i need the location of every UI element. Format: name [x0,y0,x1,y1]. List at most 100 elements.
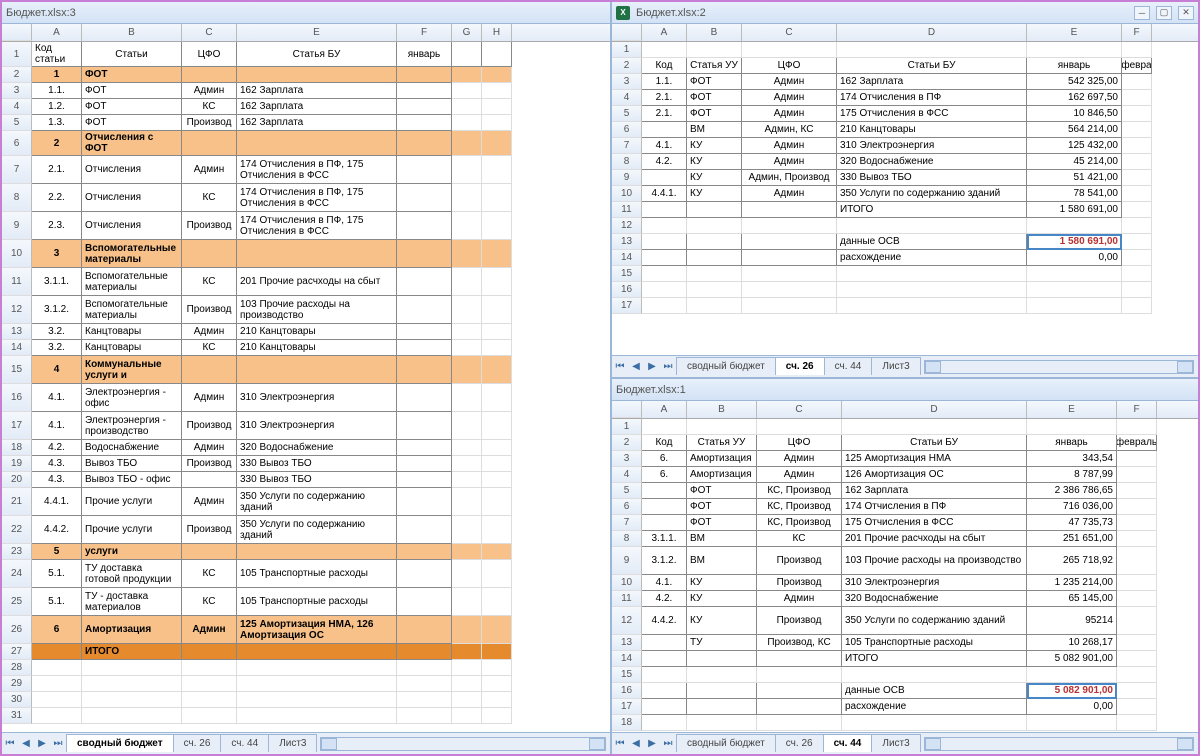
cell[interactable]: 6. [642,451,687,467]
cell[interactable] [397,212,452,240]
cell[interactable]: 2 386 786,65 [1027,483,1117,499]
cell[interactable] [452,99,482,115]
cell[interactable] [1122,234,1152,250]
cell[interactable] [452,676,482,692]
row-number[interactable]: 13 [612,635,642,651]
cell[interactable] [642,266,687,282]
cell[interactable]: Производ [757,547,842,575]
cell[interactable] [397,456,452,472]
row-number[interactable]: 26 [2,616,32,644]
row-number[interactable]: 4 [2,99,32,115]
cell[interactable]: 65 145,00 [1027,591,1117,607]
row-number[interactable]: 14 [612,651,642,667]
row-number[interactable]: 4 [612,90,642,106]
cell[interactable]: ФОТ [82,115,182,131]
cell[interactable] [182,472,237,488]
row-number[interactable]: 19 [2,456,32,472]
tab-nav-first-icon[interactable]: ⏮ [612,736,628,752]
cell[interactable]: 350 Услуги по содержанию зданий [237,516,397,544]
column-header-C[interactable]: C [182,24,237,41]
cell[interactable]: 10 846,50 [1027,106,1122,122]
cell[interactable] [237,660,397,676]
cell[interactable]: 174 Отчисления в ПФ, 175 Отчисления в ФС… [237,156,397,184]
cell[interactable]: 3.1.1. [32,268,82,296]
cell[interactable] [1117,547,1157,575]
column-header-F[interactable]: F [1122,24,1152,41]
cell[interactable]: Производ [182,412,237,440]
cell[interactable] [237,131,397,156]
cell[interactable]: Вывоз ТБО [82,456,182,472]
cell[interactable]: 45 214,00 [1027,154,1122,170]
cell[interactable] [1122,74,1152,90]
cell[interactable] [1117,651,1157,667]
cell[interactable]: 4.1. [642,575,687,591]
cell[interactable]: Амортизация [687,467,757,483]
cell[interactable] [642,683,687,699]
cell[interactable] [837,298,1027,314]
cell[interactable]: Отчисления [82,212,182,240]
cell[interactable] [482,440,512,456]
cell[interactable] [397,99,452,115]
sheet-tab[interactable]: сч. 26 [775,734,824,752]
cell[interactable]: Админ [742,154,837,170]
cell[interactable]: 47 735,73 [1027,515,1117,531]
cell[interactable] [452,42,482,67]
cell[interactable] [1117,531,1157,547]
cell[interactable] [452,692,482,708]
cell[interactable] [642,250,687,266]
cell[interactable] [182,131,237,156]
cell[interactable] [742,218,837,234]
column-header-left[interactable]: ABCEFGH [2,24,610,42]
cell[interactable]: ФОТ [687,90,742,106]
column-header-A[interactable]: A [32,24,82,41]
cell[interactable] [757,667,842,683]
cell[interactable] [452,296,482,324]
cell[interactable] [182,240,237,268]
cell[interactable]: 310 Электроэнергия [237,412,397,440]
cell[interactable]: 175 Отчисления в ФСС [842,515,1027,531]
column-header-top-right[interactable]: ABCDEF [612,24,1198,42]
cell[interactable] [452,67,482,83]
cell[interactable] [482,708,512,724]
cell[interactable] [837,266,1027,282]
cell[interactable] [482,240,512,268]
row-number[interactable]: 9 [2,212,32,240]
column-header-E[interactable]: E [1027,401,1117,418]
cell[interactable] [397,516,452,544]
row-number[interactable]: 5 [2,115,32,131]
tab-nav-prev-icon[interactable]: ◀ [628,359,644,375]
sheet-tab[interactable]: сводный бюджет [676,357,776,375]
cell[interactable]: ФОТ [82,67,182,83]
minimize-icon[interactable]: ─ [1134,6,1150,20]
cell[interactable] [837,42,1027,58]
cell[interactable] [452,384,482,412]
cell[interactable]: 5 082 901,00 [1027,683,1117,699]
cell[interactable] [482,384,512,412]
cell[interactable] [687,218,742,234]
cell[interactable]: 0,00 [1027,250,1122,266]
cell[interactable] [237,644,397,660]
cell[interactable] [642,667,687,683]
cell[interactable]: 10 268,17 [1027,635,1117,651]
cell[interactable]: 4.3. [32,472,82,488]
cell[interactable] [482,67,512,83]
cell[interactable] [482,660,512,676]
cell[interactable] [742,282,837,298]
cell[interactable] [397,692,452,708]
cell[interactable]: Амортизация [687,451,757,467]
cell[interactable]: 210 Канцтовары [237,340,397,356]
cell[interactable]: 3.2. [32,324,82,340]
column-header-G[interactable]: G [452,24,482,41]
row-number[interactable]: 12 [612,218,642,234]
row-number[interactable]: 10 [2,240,32,268]
sheet-tab[interactable]: Лист3 [871,734,920,752]
cell[interactable]: ТУ - доставка материалов [82,588,182,616]
cell[interactable]: КС [757,531,842,547]
cell[interactable] [397,472,452,488]
cell[interactable] [237,67,397,83]
cell[interactable] [642,298,687,314]
cell[interactable] [397,676,452,692]
cell[interactable]: 320 Водоснабжение [837,154,1027,170]
cell[interactable] [1117,715,1157,731]
cell[interactable]: 4 [32,356,82,384]
